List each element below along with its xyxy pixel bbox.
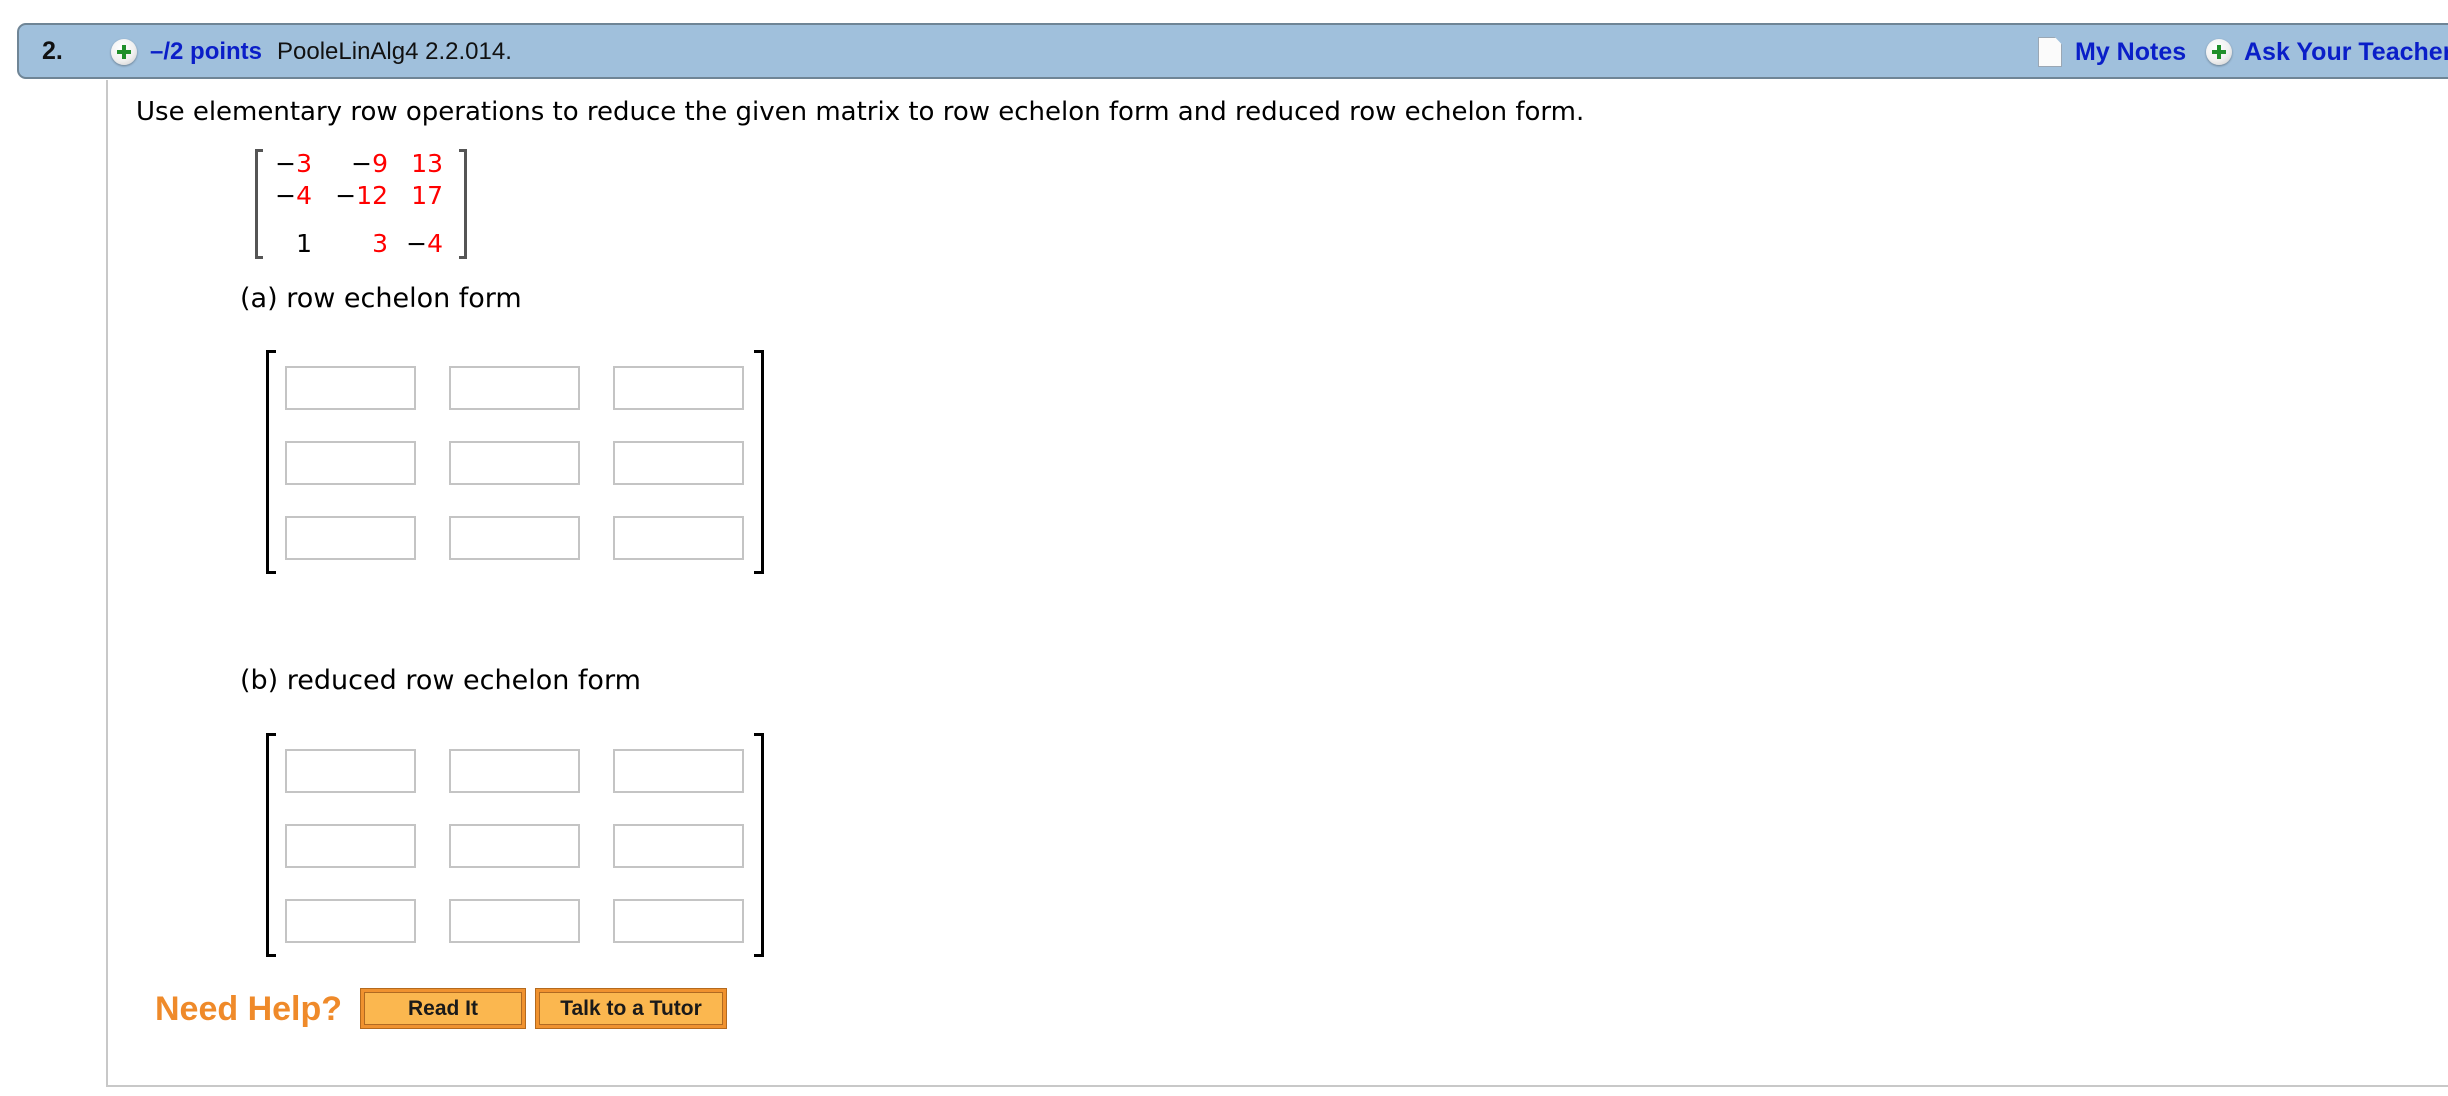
matrix-cell-sign: − xyxy=(275,149,297,178)
talk-to-tutor-button[interactable]: Talk to a Tutor xyxy=(535,988,727,1029)
part-b-input-r2c3[interactable] xyxy=(613,824,744,868)
right-bracket xyxy=(754,350,764,574)
matrix-cell-value: 4 xyxy=(427,229,443,258)
matrix-cell-value: 3 xyxy=(296,149,312,178)
part-b-input-r2c1[interactable] xyxy=(285,824,416,868)
matrix-cell-sign: − xyxy=(406,229,428,258)
part-b-input-r1c3[interactable] xyxy=(613,749,744,793)
part-a-input-r3c2[interactable] xyxy=(449,516,580,560)
matrix-cell-sign: − xyxy=(275,181,297,210)
left-bracket xyxy=(266,733,276,957)
part-b-input-r1c1[interactable] xyxy=(285,749,416,793)
read-it-label: Read It xyxy=(364,992,522,1025)
matrix-cell: 1 xyxy=(242,229,312,258)
matrix-cell: 13 xyxy=(373,149,443,178)
part-b-input-r1c2[interactable] xyxy=(449,749,580,793)
part-b-input-r3c1[interactable] xyxy=(285,899,416,943)
points-link[interactable]: –/2 points xyxy=(150,38,262,66)
expand-plus-icon[interactable] xyxy=(111,39,137,65)
right-bracket xyxy=(459,149,467,259)
matrix-cell-value: 4 xyxy=(296,181,312,210)
need-help-label: Need Help? xyxy=(155,990,343,1028)
question-number: 2. xyxy=(42,37,63,65)
part-a-input-r3c1[interactable] xyxy=(285,516,416,560)
document-icon[interactable] xyxy=(2038,37,2062,67)
matrix-cell: −4 xyxy=(373,229,443,258)
matrix-cell: 17 xyxy=(373,181,443,210)
part-b-label: (b) reduced row echelon form xyxy=(240,665,641,696)
question-id: PooleLinAlg4 2.2.014. xyxy=(277,38,512,65)
matrix-cell-value: 13 xyxy=(411,149,443,178)
read-it-button[interactable]: Read It xyxy=(360,988,526,1029)
part-b-input-r3c2[interactable] xyxy=(449,899,580,943)
matrix-cell: −4 xyxy=(242,181,312,210)
matrix-cell-sign: − xyxy=(351,149,373,178)
matrix-cell-sign: − xyxy=(335,181,357,210)
matrix-cell-value: 17 xyxy=(411,181,443,210)
matrix-cell: −3 xyxy=(242,149,312,178)
question-instruction: Use elementary row operations to reduce … xyxy=(136,97,1585,127)
part-a-input-r3c3[interactable] xyxy=(613,516,744,560)
part-a-input-r2c2[interactable] xyxy=(449,441,580,485)
part-a-input-r1c2[interactable] xyxy=(449,366,580,410)
talk-to-tutor-label: Talk to a Tutor xyxy=(539,992,723,1025)
part-b-answer-matrix xyxy=(266,733,764,957)
part-a-input-r2c1[interactable] xyxy=(285,441,416,485)
ask-teacher-plus-icon[interactable] xyxy=(2206,39,2232,65)
part-b-input-r3c3[interactable] xyxy=(613,899,744,943)
question-header: 2. –/2 points PooleLinAlg4 2.2.014. My N… xyxy=(17,23,2448,79)
part-b-input-r2c2[interactable] xyxy=(449,824,580,868)
part-a-input-r1c1[interactable] xyxy=(285,366,416,410)
left-bracket xyxy=(266,350,276,574)
part-a-label: (a) row echelon form xyxy=(240,283,522,314)
ask-your-teacher-link[interactable]: Ask Your Teacher xyxy=(2244,38,2448,67)
part-a-input-r1c3[interactable] xyxy=(613,366,744,410)
given-matrix: −3 −9 13 −4 −12 17 1 3 −4 xyxy=(255,149,467,259)
part-a-answer-matrix xyxy=(266,350,764,574)
right-bracket xyxy=(754,733,764,957)
matrix-cell-value: 1 xyxy=(296,229,312,258)
part-a-input-r2c3[interactable] xyxy=(613,441,744,485)
my-notes-link[interactable]: My Notes xyxy=(2075,38,2186,67)
